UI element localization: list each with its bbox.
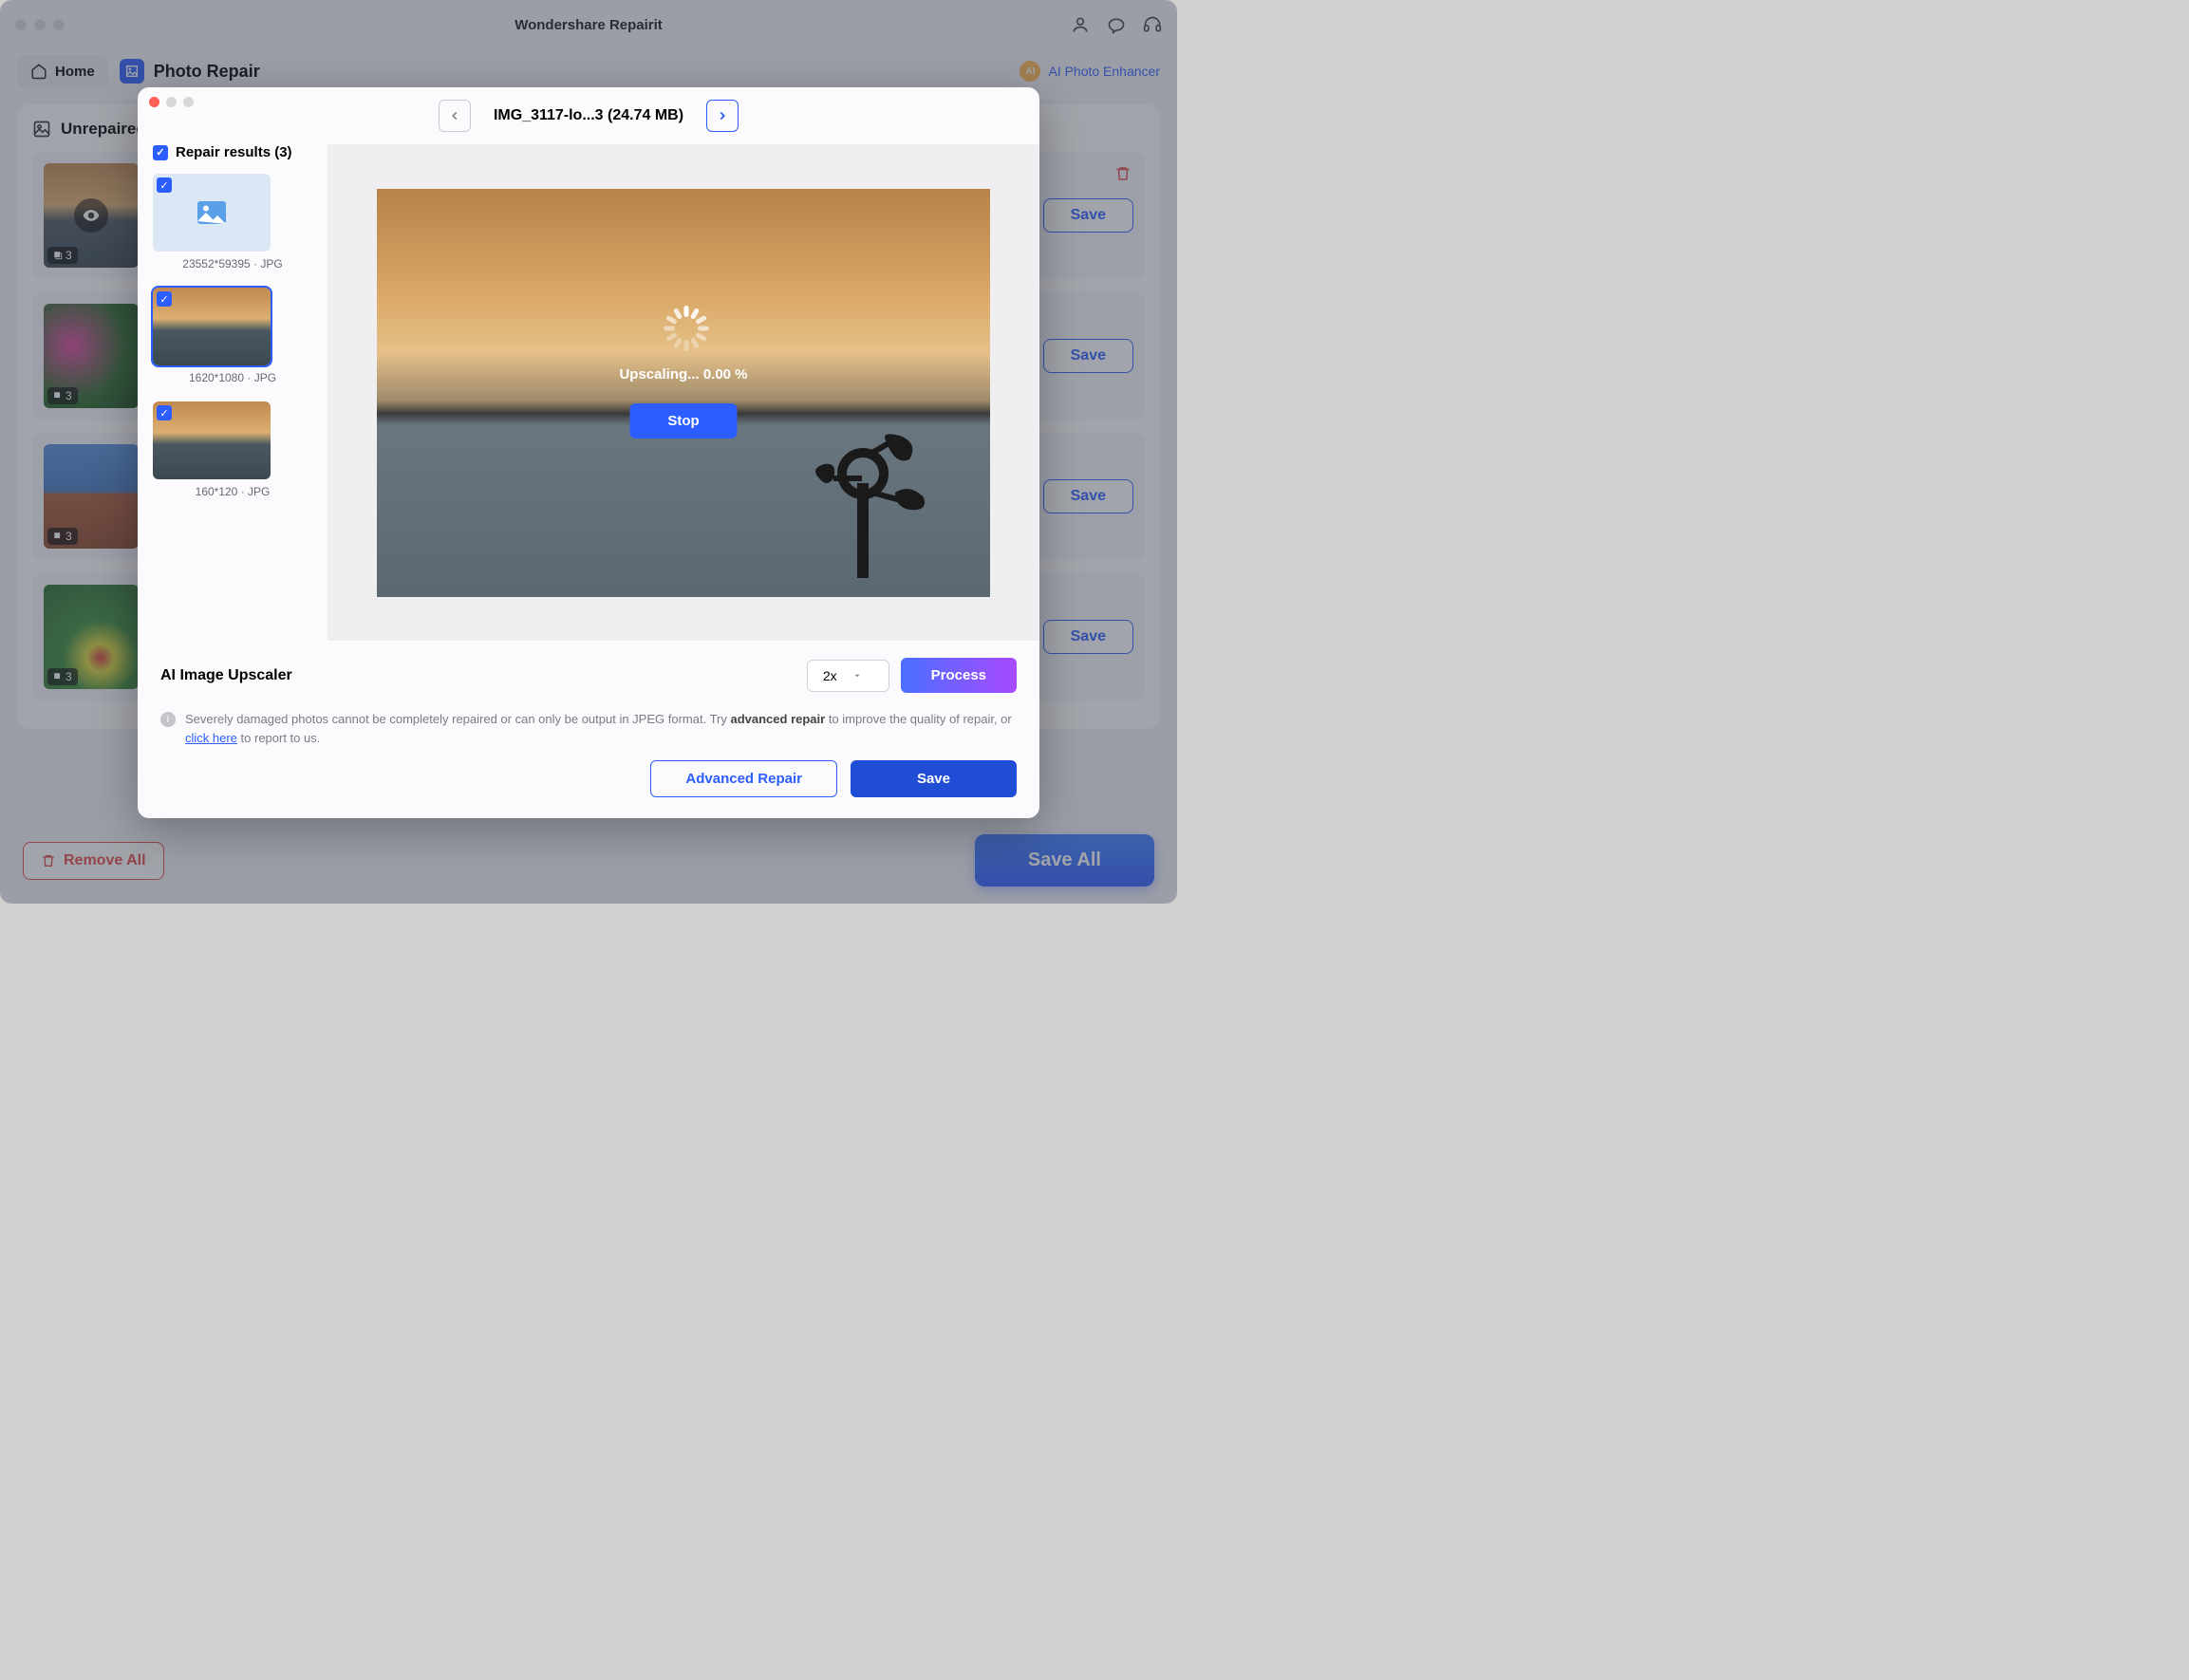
next-arrow[interactable] [706,100,739,132]
result-thumbnail: ✓ [153,288,271,365]
result-item[interactable]: ✓ 1620*1080 · JPG [153,288,312,384]
scale-value: 2x [823,668,837,683]
results-sidebar: ✓ Repair results (3) ✓ 23552*59395 · JPG… [138,144,327,641]
result-thumbnail: ✓ [153,174,271,252]
results-header[interactable]: ✓ Repair results (3) [153,144,312,160]
results-label: Repair results (3) [176,144,292,160]
checkbox-icon: ✓ [153,145,168,160]
result-item[interactable]: ✓ 160*120 · JPG [153,401,312,498]
result-thumbnail: ✓ [153,401,271,479]
modal-header: IMG_3117-lo...3 (24.74 MB) [138,87,1039,144]
modal-close[interactable] [149,97,159,107]
loading-overlay: Upscaling... 0.00 % Stop [619,308,747,439]
info-text: Severely damaged photos cannot be comple… [185,710,1017,747]
scale-select[interactable]: 2x [807,660,889,692]
info-row: i Severely damaged photos cannot be comp… [138,710,1039,760]
result-meta: 160*120 · JPG [153,485,312,498]
process-button[interactable]: Process [901,658,1017,693]
modal-min[interactable] [166,97,177,107]
upscaler-title: AI Image Upscaler [160,667,292,684]
upscaler-bar: AI Image Upscaler 2x Process [138,641,1039,710]
spinner-icon [663,308,704,349]
report-link[interactable]: click here [185,731,237,745]
modal-save-button[interactable]: Save [851,760,1017,797]
file-name: IMG_3117-lo...3 (24.74 MB) [494,107,683,124]
info-icon: i [160,712,176,727]
checkbox-icon: ✓ [157,405,172,420]
modal-traffic-lights [149,97,194,107]
preview-modal: IMG_3117-lo...3 (24.74 MB) ✓ Repair resu… [138,87,1039,818]
progress-text: Upscaling... 0.00 % [619,366,747,383]
modal-max[interactable] [183,97,194,107]
sculpture-silhouette [781,426,952,578]
prev-arrow[interactable] [439,100,471,132]
result-item[interactable]: ✓ 23552*59395 · JPG [153,174,312,271]
checkbox-icon: ✓ [157,177,172,193]
chevron-down-icon [852,671,862,681]
result-meta: 23552*59395 · JPG [153,257,312,271]
chevron-left-icon [448,109,461,122]
result-meta: 1620*1080 · JPG [153,371,312,384]
checkbox-icon: ✓ [157,291,172,307]
modal-footer: Advanced Repair Save [138,760,1039,818]
modal-body: ✓ Repair results (3) ✓ 23552*59395 · JPG… [138,144,1039,641]
stop-button[interactable]: Stop [629,403,737,439]
advanced-repair-button[interactable]: Advanced Repair [650,760,837,797]
preview-area: Upscaling... 0.00 % Stop [327,144,1039,641]
chevron-right-icon [716,109,729,122]
image-placeholder-icon [191,196,233,230]
